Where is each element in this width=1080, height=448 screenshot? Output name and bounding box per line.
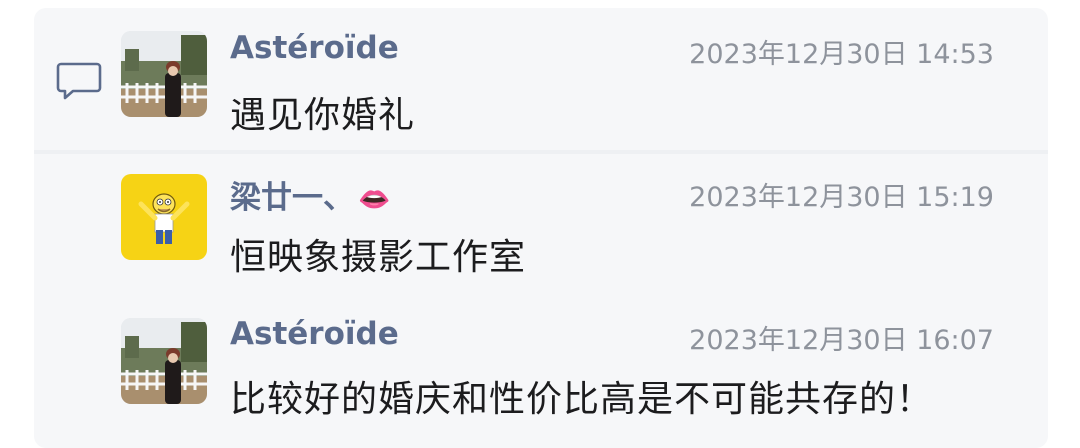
author-name[interactable]: Astéroïde: [230, 30, 399, 66]
message-text: 比较好的婚庆和性价比高是不可能共存的！: [230, 379, 934, 420]
timestamp: 2023年12月30日 15:19: [689, 182, 994, 213]
message-text: 恒映象摄影工作室: [230, 237, 527, 278]
thread-separator: [34, 150, 1048, 154]
timestamp: 2023年12月30日 14:53: [689, 39, 994, 70]
avatar[interactable]: [121, 174, 207, 260]
avatar[interactable]: [121, 31, 207, 117]
message-text: 遇见你婚礼: [230, 95, 416, 136]
author-name-text: 梁廿一、: [230, 180, 354, 216]
avatar[interactable]: [121, 318, 207, 404]
author-name[interactable]: Astéroïde: [230, 316, 399, 352]
timestamp: 2023年12月30日 16:07: [689, 325, 994, 356]
author-name[interactable]: 梁廿一、 👄: [230, 172, 390, 217]
lips-emoji: 👄: [358, 185, 391, 215]
comment-icon[interactable]: [56, 61, 102, 101]
